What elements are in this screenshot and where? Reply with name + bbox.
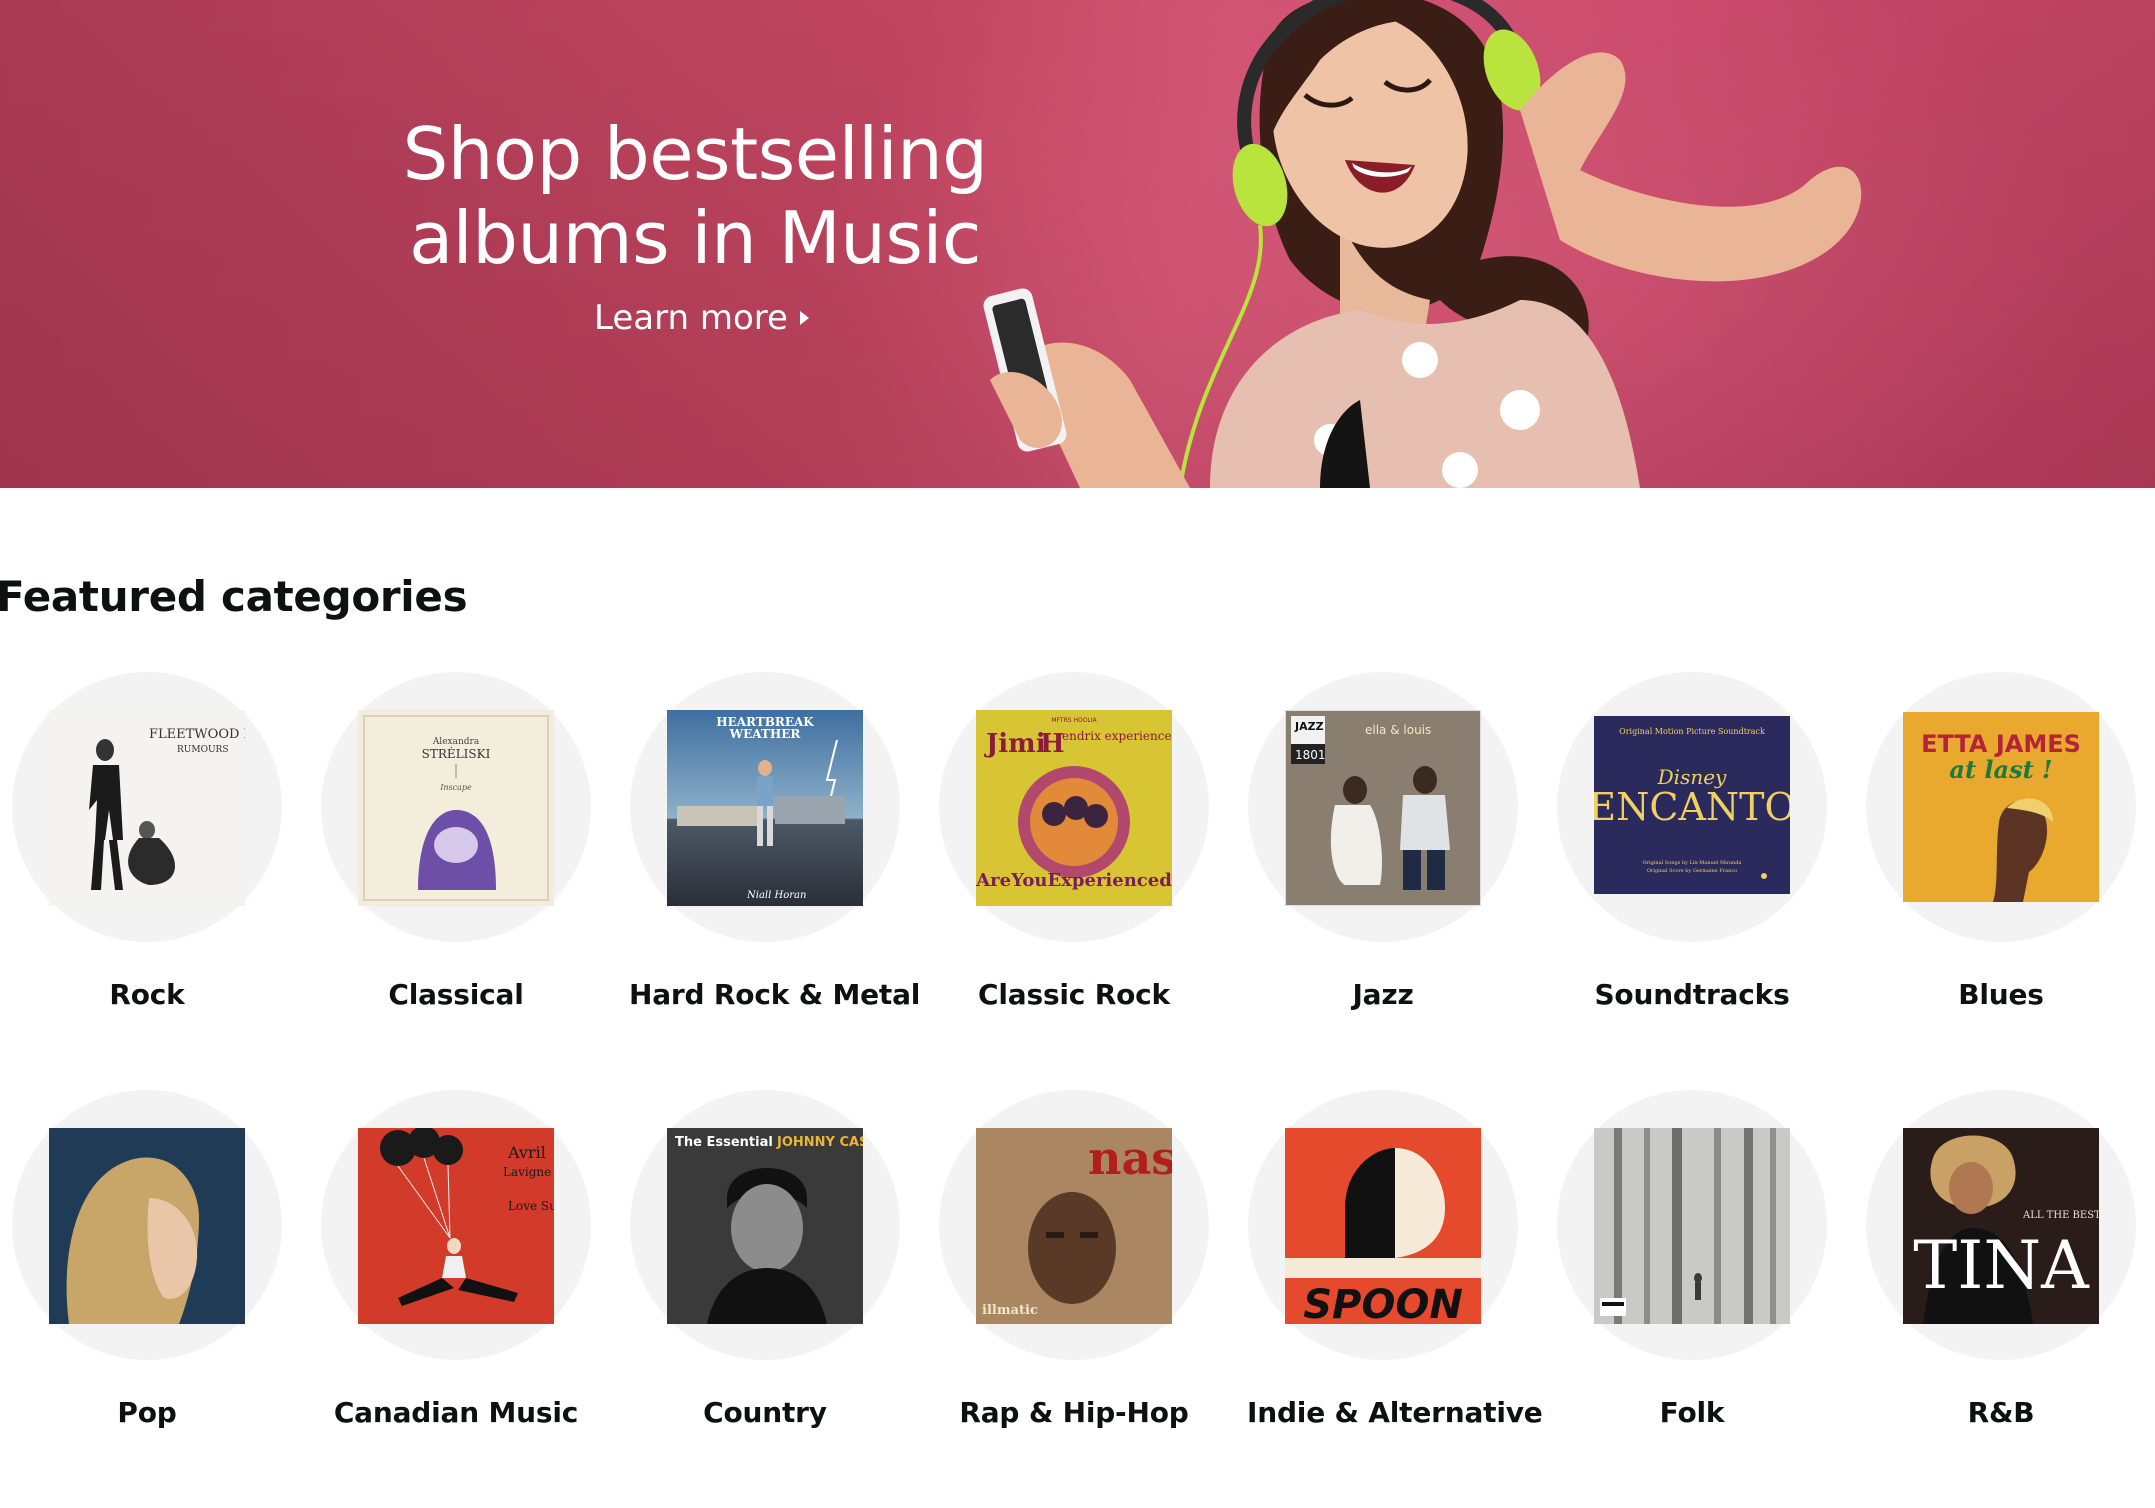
category-grid: FLEETWOOD MAC RUMOURS Rock — [0, 672, 2155, 1508]
category-tile-classic-rock[interactable]: MFTRS HOOLIA Jimi H endrix experience Ar… — [938, 672, 1210, 1011]
album-cover-heartbreak-weather: HEARTBREAK WEATHER Niall Horan — [667, 710, 863, 906]
category-label: Hard Rock & Metal — [629, 978, 921, 1011]
category-disc: MFTRS HOOLIA Jimi H endrix experience Ar… — [939, 672, 1209, 942]
svg-text:at last !: at last ! — [1949, 755, 2052, 784]
album-cover-streliski-inscape: Alexandra STRĖLISKI Inscape — [358, 710, 554, 906]
category-tile-jazz[interactable]: JAZZ 1801 ella & louis Jazz — [1247, 672, 1519, 1011]
category-disc: nas illmatic — [939, 1090, 1209, 1360]
category-disc: The Essential JOHNNY CASH — [630, 1090, 900, 1360]
learn-more-label: Learn more — [594, 298, 788, 338]
svg-text:MFTRS HOOLIA: MFTRS HOOLIA — [1051, 717, 1097, 724]
category-disc — [1557, 1090, 1827, 1360]
svg-text:Jimi: Jimi — [984, 729, 1046, 759]
category-label: Rap & Hip-Hop — [959, 1396, 1189, 1429]
category-row-2: Pop Avril Lavigne Love Sux — [0, 1090, 2155, 1508]
category-label: Folk — [1659, 1396, 1725, 1429]
category-row-1: FLEETWOOD MAC RUMOURS Rock — [0, 672, 2155, 1090]
svg-text:ella & louis: ella & louis — [1365, 723, 1431, 737]
svg-text:AreYouExperienced: AreYouExperienced — [976, 870, 1172, 891]
category-tile-rap-hip-hop[interactable]: nas illmatic Rap & Hip-Hop — [938, 1090, 1210, 1429]
category-disc: Avril Lavigne Love Sux — [321, 1090, 591, 1360]
svg-text:JOHNNY CASH: JOHNNY CASH — [776, 1135, 863, 1150]
svg-text:illmatic: illmatic — [982, 1303, 1038, 1318]
category-tile-canadian-music[interactable]: Avril Lavigne Love Sux Canadian Music — [320, 1090, 592, 1429]
category-label: Pop — [117, 1396, 177, 1429]
category-disc: ETTA JAMES at last ! — [1866, 672, 2136, 942]
category-tile-soundtracks[interactable]: Original Motion Picture Soundtrack Disne… — [1556, 672, 1828, 1011]
svg-text:Avril: Avril — [507, 1143, 546, 1162]
album-cover-nas-illmatic: nas illmatic — [976, 1128, 1172, 1324]
category-label: Classic Rock — [978, 978, 1170, 1011]
category-disc: FLEETWOOD MAC RUMOURS — [12, 672, 282, 942]
category-label: Country — [703, 1396, 827, 1429]
svg-text:Inscape: Inscape — [439, 783, 472, 792]
svg-text:ALL THE BEST: ALL THE BEST — [2022, 1210, 2099, 1221]
svg-text:TINA: TINA — [1913, 1227, 2090, 1304]
svg-text:ETTA JAMES: ETTA JAMES — [1921, 730, 2081, 758]
album-cover-encanto: Original Motion Picture Soundtrack Disne… — [1594, 716, 1790, 894]
category-label: Rock — [109, 978, 185, 1011]
category-disc: Alexandra STRĖLISKI Inscape — [321, 672, 591, 942]
album-cover-fleetwood-mac-rumours: FLEETWOOD MAC RUMOURS — [49, 710, 245, 906]
svg-text:Lavigne: Lavigne — [503, 1165, 551, 1179]
svg-text:1801: 1801 — [1295, 748, 1326, 762]
category-tile-classical[interactable]: Alexandra STRĖLISKI Inscape Classical — [320, 672, 592, 1011]
category-disc: Original Motion Picture Soundtrack Disne… — [1557, 672, 1827, 942]
category-label: R&B — [1967, 1396, 2035, 1429]
album-cover-adele-30 — [49, 1128, 245, 1324]
svg-text:STRĖLISKI: STRĖLISKI — [422, 746, 491, 761]
album-cover-jimi-hendrix: MFTRS HOOLIA Jimi H endrix experience Ar… — [976, 710, 1172, 906]
category-tile-r-and-b[interactable]: ALL THE BEST TINA R&B — [1865, 1090, 2137, 1429]
category-tile-hard-rock-metal[interactable]: HEARTBREAK WEATHER Niall Horan Hard Rock… — [629, 672, 921, 1011]
svg-text:The Essential: The Essential — [675, 1135, 773, 1150]
svg-text:FLEETWOOD MAC: FLEETWOOD MAC — [149, 727, 245, 742]
category-label: Canadian Music — [333, 1396, 579, 1429]
category-disc: JAZZ 1801 ella & louis — [1248, 672, 1518, 942]
svg-text:Niall Horan: Niall Horan — [746, 890, 806, 901]
album-cover-tina-all-the-best: ALL THE BEST TINA — [1903, 1128, 2099, 1324]
category-label: Indie & Alternative — [1247, 1396, 1543, 1429]
svg-text:WEATHER: WEATHER — [729, 727, 802, 741]
category-disc: SPOON — [1248, 1090, 1518, 1360]
album-cover-ella-and-louis: JAZZ 1801 ella & louis — [1285, 710, 1481, 906]
svg-text:RUMOURS: RUMOURS — [177, 745, 228, 755]
svg-text:Original Score by Germaine Fra: Original Score by Germaine Franco — [1647, 868, 1737, 874]
album-cover-etta-james-at-last: ETTA JAMES at last ! — [1903, 712, 2099, 902]
album-cover-essential-johnny-cash: The Essential JOHNNY CASH — [667, 1128, 863, 1324]
album-cover-avril-lavigne-love-sux: Avril Lavigne Love Sux — [358, 1128, 554, 1324]
category-disc: HEARTBREAK WEATHER Niall Horan — [630, 672, 900, 942]
learn-more-link[interactable]: Learn more — [594, 298, 809, 338]
svg-text:Alexandra: Alexandra — [432, 737, 480, 747]
category-label: Blues — [1958, 978, 2044, 1011]
svg-text:Love Sux: Love Sux — [508, 1199, 554, 1213]
category-label: Soundtracks — [1594, 978, 1790, 1011]
album-cover-folklore — [1594, 1128, 1790, 1324]
hero-photo-woman-headphones — [983, 0, 1862, 488]
category-disc — [12, 1090, 282, 1360]
caret-right-icon — [799, 311, 809, 325]
category-tile-rock[interactable]: FLEETWOOD MAC RUMOURS Rock — [11, 672, 283, 1011]
svg-text:SPOON: SPOON — [1303, 1282, 1463, 1324]
svg-text:Original Motion Picture Soundt: Original Motion Picture Soundtrack — [1619, 727, 1765, 736]
category-label: Classical — [388, 978, 524, 1011]
category-disc: ALL THE BEST TINA — [1866, 1090, 2136, 1360]
svg-text:endrix experience: endrix experience — [1062, 729, 1172, 743]
hero-headline: Shop bestselling albums in Music — [402, 112, 988, 280]
svg-text:nas: nas — [1088, 1131, 1172, 1185]
category-label: Jazz — [1352, 978, 1414, 1011]
category-tile-country[interactable]: The Essential JOHNNY CASH Country — [629, 1090, 901, 1429]
svg-text:ENCANTO: ENCANTO — [1594, 785, 1790, 829]
category-tile-blues[interactable]: ETTA JAMES at last ! Blues — [1865, 672, 2137, 1011]
category-tile-indie-alternative[interactable]: SPOON Indie & Alternative — [1247, 1090, 1543, 1429]
svg-text:Original Songs by Lin-Manuel M: Original Songs by Lin-Manuel Miranda — [1643, 860, 1742, 866]
category-tile-folk[interactable]: Folk — [1556, 1090, 1828, 1429]
album-cover-spoon-lucifer: SPOON — [1285, 1128, 1481, 1324]
svg-text:JAZZ: JAZZ — [1294, 720, 1324, 733]
category-tile-pop[interactable]: Pop — [11, 1090, 283, 1429]
hero-banner[interactable]: Shop bestselling albums in Music Learn m… — [0, 0, 2155, 488]
svg-text:H: H — [1040, 729, 1065, 759]
featured-categories-heading: Featured categories — [0, 572, 468, 621]
